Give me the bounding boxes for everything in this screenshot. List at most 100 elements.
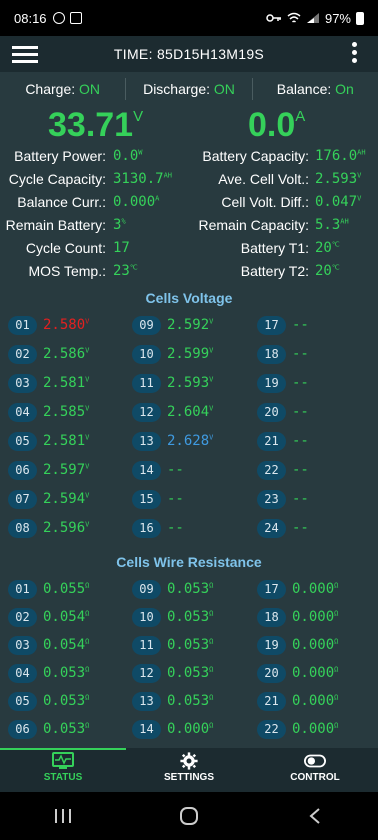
cell-value: -- [292, 346, 309, 362]
charge-label: Charge: [25, 81, 80, 97]
cell-value-unit: V [85, 520, 90, 529]
gear-icon [180, 752, 198, 770]
info-value-unit: ℃ [331, 263, 340, 272]
info-value: 5.3AH [315, 217, 349, 233]
cell-voltage-item: 07 2.594V [8, 488, 89, 510]
cell-value-unit: Ω [209, 581, 214, 590]
info-value-number: 5.3 [315, 217, 341, 233]
cell-value: 2.597V [43, 462, 89, 478]
cell-value-number: -- [167, 462, 184, 478]
balance-state: Balance: On [253, 81, 378, 97]
cell-value: -- [167, 462, 184, 478]
cell-value: 2.599V [167, 346, 213, 362]
cell-value: 0.000Ω [292, 637, 338, 653]
info-value: 17 [113, 240, 130, 256]
cell-value-unit: V [85, 404, 90, 413]
cell-voltage-item: 08 2.596V [8, 517, 89, 539]
cell-value-unit: V [209, 317, 214, 326]
cell-value: 2.596V [43, 520, 89, 536]
cell-value-unit: Ω [85, 693, 90, 702]
info-label: Remain Battery: [5, 217, 106, 233]
cell-value: 0.054Ω [43, 609, 89, 625]
menu-icon[interactable] [12, 42, 38, 66]
cell-resistance-item: 18 0.000Ω [257, 606, 338, 628]
tab-settings[interactable]: SETTINGS [126, 748, 252, 792]
cell-value-number: 0.053 [167, 581, 210, 597]
cell-number-badge: 18 [257, 607, 286, 627]
info-value-number: 23 [113, 263, 130, 279]
cell-value: 2.580V [43, 317, 89, 333]
info-row: Cycle Capacity: 3130.7AH Ave. Cell Volt.: 2… [0, 171, 378, 194]
battery-percent: 97% [324, 10, 351, 26]
cell-value-unit: Ω [85, 581, 90, 590]
cell-resistance-item: 17 0.000Ω [257, 578, 338, 600]
cell-resistance-item: 10 0.053Ω [132, 606, 213, 628]
cell-resistance-item: 21 0.000Ω [257, 690, 338, 712]
cell-value-number: -- [292, 520, 309, 536]
cell-value: 2.628V [167, 433, 213, 449]
cell-voltage-item: 19 -- [257, 372, 309, 394]
cell-voltage-item: 23 -- [257, 488, 309, 510]
cell-value-number: 0.054 [43, 609, 86, 625]
home-icon [180, 807, 198, 825]
pack-voltage: 33.71V [48, 106, 143, 145]
cell-value: -- [167, 491, 184, 507]
cell-value-unit: Ω [209, 721, 214, 730]
cell-resistance-item: 04 0.053Ω [8, 662, 89, 684]
cell-number-badge: 14 [132, 460, 161, 480]
info-label: Cell Volt. Diff.: [221, 194, 309, 210]
charge-state: Charge: ON [0, 81, 125, 97]
cell-value-number: 2.599 [167, 346, 210, 362]
cell-value-number: 0.000 [292, 665, 335, 681]
cell-number-badge: 09 [132, 315, 161, 335]
battery-icon [356, 11, 364, 25]
cell-number-badge: 07 [8, 489, 37, 509]
cell-number-badge: 19 [257, 635, 286, 655]
clock: 08:16 [14, 10, 47, 26]
cell-value: 0.053Ω [167, 665, 213, 681]
cell-number-badge: 01 [8, 315, 37, 335]
info-value-unit: A [155, 194, 160, 203]
cell-value-number: 2.581 [43, 375, 86, 391]
tab-status[interactable]: STATUS [0, 748, 126, 792]
info-value-unit: AH [340, 217, 349, 226]
status-panel: Charge: ON Discharge: ON Balance: On 33.… [0, 72, 378, 748]
cell-number-badge: 12 [132, 402, 161, 422]
cell-number-badge: 22 [257, 719, 286, 739]
cell-number-badge: 22 [257, 460, 286, 480]
tab-control[interactable]: CONTROL [252, 748, 378, 792]
cell-value: -- [292, 317, 309, 333]
cell-resistance-item: 05 0.053Ω [8, 690, 89, 712]
home-button[interactable] [174, 806, 204, 826]
pack-current-unit: A [295, 107, 306, 125]
cell-number-badge: 10 [132, 344, 161, 364]
cell-voltage-item: 21 -- [257, 430, 309, 452]
cell-voltage-item: 20 -- [257, 401, 309, 423]
info-label: Remain Capacity: [198, 217, 310, 233]
info-label: Ave. Cell Volt.: [218, 171, 309, 187]
info-value-unit: V [357, 171, 362, 180]
cell-voltage-item: 13 2.628V [132, 430, 213, 452]
cell-value-number: 2.592 [167, 317, 210, 333]
cell-value-unit: V [209, 346, 214, 355]
info-value-number: 176.0 [315, 148, 358, 164]
cell-resistance-item: 06 0.053Ω [8, 718, 89, 740]
more-options-icon[interactable] [352, 42, 358, 66]
cell-value: 2.581V [43, 433, 89, 449]
status-icons: 97% [266, 11, 364, 26]
cell-number-badge: 17 [257, 315, 286, 335]
recents-icon [55, 809, 71, 823]
cell-value-number: -- [292, 462, 309, 478]
monitor-icon [52, 752, 74, 769]
cell-number-badge: 12 [132, 663, 161, 683]
cell-resistance-item: 02 0.054Ω [8, 606, 89, 628]
cell-value-number: 2.593 [167, 375, 210, 391]
info-label: Battery T2: [240, 263, 309, 279]
cell-number-badge: 06 [8, 719, 37, 739]
recents-button[interactable] [48, 806, 78, 826]
system-nav-bar [0, 792, 378, 840]
cell-value: 2.594V [43, 491, 89, 507]
whatsapp-icon [52, 12, 65, 24]
back-button[interactable] [300, 806, 330, 826]
cell-value-unit: V [85, 491, 90, 500]
